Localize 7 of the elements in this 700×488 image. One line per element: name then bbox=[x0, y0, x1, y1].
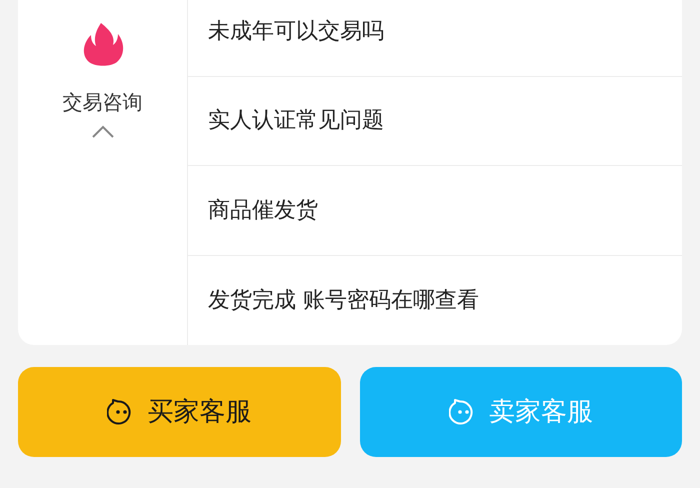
chevron-up-icon[interactable] bbox=[90, 125, 114, 139]
customer-service-button[interactable]: 买家客服 bbox=[18, 367, 340, 457]
question-link[interactable]: 实人认证常见问题 bbox=[208, 104, 384, 138]
question-link[interactable]: 发货完成 账号密码在哪查看 bbox=[208, 284, 479, 317]
category-label[interactable]: 交易咨询 bbox=[62, 87, 142, 117]
question-link[interactable]: 未成年可以交易吗 bbox=[208, 14, 384, 48]
question-link[interactable]: 商品催发货 bbox=[208, 194, 318, 227]
